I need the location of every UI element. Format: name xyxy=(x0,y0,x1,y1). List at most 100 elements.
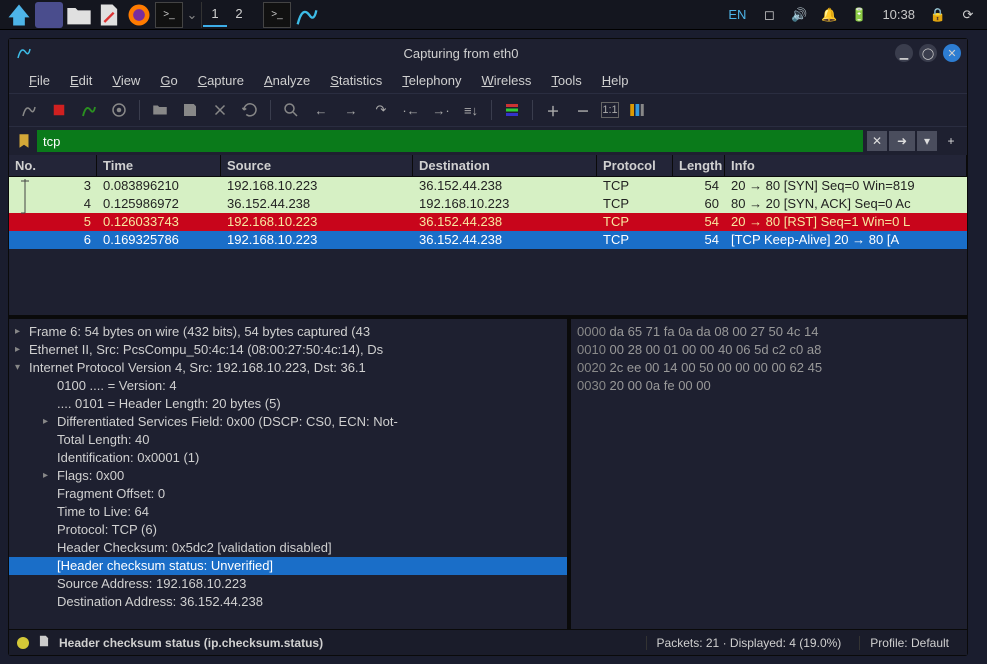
menu-capture[interactable]: Capture xyxy=(188,69,254,92)
display-filter-input[interactable] xyxy=(37,130,863,152)
file-manager-icon[interactable] xyxy=(65,2,93,28)
col-protocol[interactable]: Protocol xyxy=(597,155,673,176)
start-capture-button[interactable] xyxy=(17,98,41,122)
filter-history-button[interactable]: ▾ xyxy=(917,131,937,151)
col-length[interactable]: Length xyxy=(673,155,725,176)
restart-capture-button[interactable] xyxy=(77,98,101,122)
status-profile[interactable]: Profile: Default xyxy=(859,636,959,650)
detail-line[interactable]: Time to Live: 64 xyxy=(9,503,567,521)
open-file-button[interactable] xyxy=(148,98,172,122)
clear-filter-button[interactable]: ✕ xyxy=(867,131,887,151)
terminal-dropdown-icon[interactable]: ⌄ xyxy=(185,2,199,28)
text-editor-icon[interactable] xyxy=(95,2,123,28)
tray-square-icon[interactable]: ◻ xyxy=(755,2,783,28)
zoom-in-button[interactable]: ＋ xyxy=(541,98,565,122)
col-time[interactable]: Time xyxy=(97,155,221,176)
packet-list-header[interactable]: No. Time Source Destination Protocol Len… xyxy=(9,155,967,177)
go-last-button[interactable]: →· xyxy=(429,98,453,122)
notifications-icon[interactable]: 🔔 xyxy=(815,2,843,28)
menu-view[interactable]: View xyxy=(102,69,150,92)
go-forward-button[interactable]: → xyxy=(339,98,363,122)
go-to-packet-button[interactable]: ↷ xyxy=(369,98,393,122)
reload-button[interactable] xyxy=(238,98,262,122)
expert-info-icon[interactable] xyxy=(17,637,29,649)
packet-row[interactable]: 50.126033743192.168.10.22336.152.44.238T… xyxy=(9,213,967,231)
status-packets: Packets: 21 · Displayed: 4 (19.0%) xyxy=(646,636,852,650)
detail-line[interactable]: Frame 6: 54 bytes on wire (432 bits), 54… xyxy=(9,323,567,341)
workspace-2[interactable]: 2 xyxy=(227,2,251,27)
app-menu-icon[interactable] xyxy=(5,2,33,28)
menu-tools[interactable]: Tools xyxy=(541,69,591,92)
menu-go[interactable]: Go xyxy=(150,69,187,92)
col-source[interactable]: Source xyxy=(221,155,413,176)
hex-line[interactable]: 0010 00 28 00 01 00 00 40 06 5d c2 c0 a8 xyxy=(577,341,961,359)
auto-scroll-button[interactable]: ≡↓ xyxy=(459,98,483,122)
menu-telephony[interactable]: Telephony xyxy=(392,69,471,92)
bookmark-icon[interactable] xyxy=(15,132,33,150)
zoom-reset-button[interactable]: 1:1 xyxy=(601,102,619,118)
col-destination[interactable]: Destination xyxy=(413,155,597,176)
menu-file[interactable]: File xyxy=(19,69,60,92)
menu-statistics[interactable]: Statistics xyxy=(320,69,392,92)
volume-icon[interactable]: 🔊 xyxy=(785,2,813,28)
maximize-button[interactable]: ◯ xyxy=(919,44,937,62)
titlebar[interactable]: Capturing from eth0 ▁ ◯ ✕ xyxy=(9,39,967,67)
close-file-button[interactable] xyxy=(208,98,232,122)
minimize-button[interactable]: ▁ xyxy=(895,44,913,62)
find-button[interactable] xyxy=(279,98,303,122)
detail-line[interactable]: [Header checksum status: Unverified] xyxy=(9,557,567,575)
lock-icon[interactable]: 🔒 xyxy=(924,2,952,28)
detail-line[interactable]: Total Length: 40 xyxy=(9,431,567,449)
packet-row[interactable]: 60.169325786192.168.10.22336.152.44.238T… xyxy=(9,231,967,249)
menu-wireless[interactable]: Wireless xyxy=(472,69,542,92)
power-icon[interactable]: ⟳ xyxy=(954,2,982,28)
hex-line[interactable]: 0020 2c ee 00 14 00 50 00 00 00 00 62 45 xyxy=(577,359,961,377)
go-first-button[interactable]: ·← xyxy=(399,98,423,122)
packet-bytes-pane[interactable]: 0000 da 65 71 fa 0a da 08 00 27 50 4c 14… xyxy=(571,319,967,629)
terminal-icon[interactable]: >_ xyxy=(155,2,183,28)
detail-line[interactable]: Differentiated Services Field: 0x00 (DSC… xyxy=(9,413,567,431)
menu-edit[interactable]: Edit xyxy=(60,69,102,92)
running-terminal-icon[interactable]: >_ xyxy=(263,2,291,28)
keyboard-layout[interactable]: EN xyxy=(720,7,754,22)
detail-line[interactable]: 0100 .... = Version: 4 xyxy=(9,377,567,395)
running-wireshark-icon[interactable] xyxy=(293,2,321,28)
packet-row[interactable]: 30.083896210192.168.10.22336.152.44.238T… xyxy=(9,177,967,195)
packet-details-pane[interactable]: Frame 6: 54 bytes on wire (432 bits), 54… xyxy=(9,319,567,629)
detail-line[interactable]: Source Address: 192.168.10.223 xyxy=(9,575,567,593)
zoom-out-button[interactable]: － xyxy=(571,98,595,122)
capture-options-button[interactable] xyxy=(107,98,131,122)
apply-filter-button[interactable]: ➜ xyxy=(889,131,915,151)
stop-capture-button[interactable] xyxy=(47,98,71,122)
col-no[interactable]: No. xyxy=(9,155,97,176)
edit-capture-comment-icon[interactable] xyxy=(37,634,51,651)
detail-line[interactable]: Fragment Offset: 0 xyxy=(9,485,567,503)
col-info[interactable]: Info xyxy=(725,155,967,176)
hex-line[interactable]: 0030 20 00 0a fe 00 00 xyxy=(577,377,961,395)
colorize-button[interactable] xyxy=(500,98,524,122)
packet-row[interactable]: 40.12598697236.152.44.238192.168.10.223T… xyxy=(9,195,967,213)
save-button[interactable] xyxy=(178,98,202,122)
detail-line[interactable]: .... 0101 = Header Length: 20 bytes (5) xyxy=(9,395,567,413)
detail-line[interactable]: Protocol: TCP (6) xyxy=(9,521,567,539)
taskbar-app-1[interactable] xyxy=(35,2,63,28)
resize-columns-button[interactable] xyxy=(625,98,649,122)
detail-line[interactable]: Destination Address: 36.152.44.238 xyxy=(9,593,567,611)
detail-line[interactable]: Internet Protocol Version 4, Src: 192.16… xyxy=(9,359,567,377)
workspace-1[interactable]: 1 xyxy=(203,2,227,27)
menu-help[interactable]: Help xyxy=(592,69,639,92)
app-icon xyxy=(15,43,33,64)
detail-line[interactable]: Identification: 0x0001 (1) xyxy=(9,449,567,467)
detail-line[interactable]: Header Checksum: 0x5dc2 [validation disa… xyxy=(9,539,567,557)
firefox-icon[interactable] xyxy=(125,2,153,28)
detail-line[interactable]: Ethernet II, Src: PcsCompu_50:4c:14 (08:… xyxy=(9,341,567,359)
add-filter-button[interactable]: + xyxy=(941,131,961,151)
packet-list-body[interactable]: 30.083896210192.168.10.22336.152.44.238T… xyxy=(9,177,967,249)
go-back-button[interactable]: ← xyxy=(309,98,333,122)
close-button[interactable]: ✕ xyxy=(943,44,961,62)
detail-line[interactable]: Flags: 0x00 xyxy=(9,467,567,485)
menu-analyze[interactable]: Analyze xyxy=(254,69,320,92)
clock[interactable]: 10:38 xyxy=(874,7,923,22)
hex-line[interactable]: 0000 da 65 71 fa 0a da 08 00 27 50 4c 14 xyxy=(577,323,961,341)
battery-icon[interactable]: 🔋 xyxy=(845,2,873,28)
